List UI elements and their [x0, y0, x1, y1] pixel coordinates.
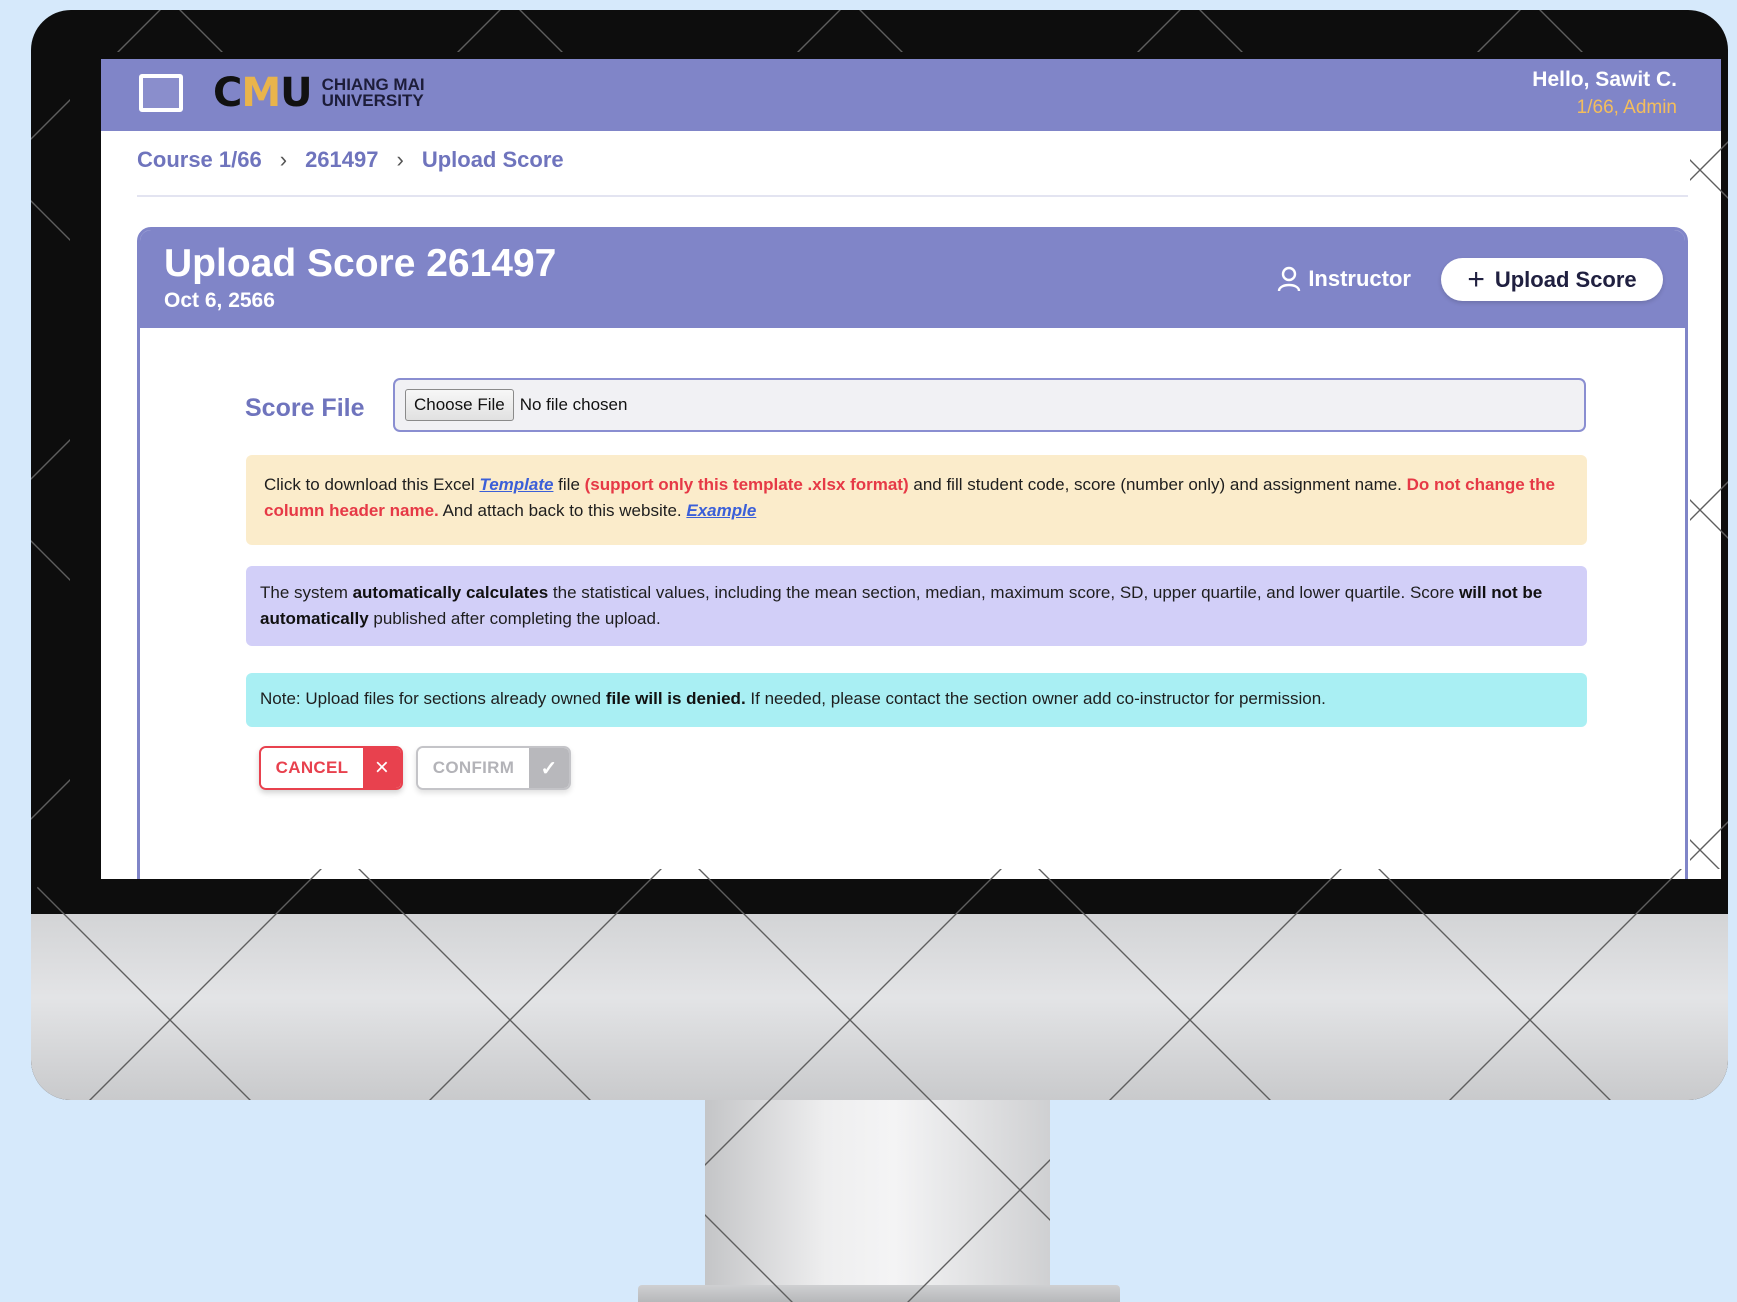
instructor-tag[interactable]: Instructor [1277, 266, 1411, 292]
breadcrumb: Course 1/66 › 261497 › Upload Score [137, 147, 1688, 197]
breadcrumb-current: Upload Score [421, 147, 564, 172]
user-icon [1278, 266, 1301, 292]
breadcrumb-separator: › [279, 147, 288, 172]
sidebar-toggle-icon[interactable] [139, 74, 183, 112]
monitor-frame: CMU CHIANG MAI UNIVERSITY Hello, Sawit C… [31, 10, 1728, 1100]
logo-line2: UNIVERSITY [321, 91, 424, 110]
user-role: 1/66, Admin [1576, 97, 1677, 118]
confirm-button[interactable]: CONFIRM ✓ [416, 746, 571, 790]
choose-file-button[interactable]: Choose File [405, 389, 514, 421]
example-link[interactable]: Example [686, 501, 756, 520]
file-status: No file chosen [519, 395, 628, 414]
check-icon: ✓ [529, 748, 569, 788]
app-screen: CMU CHIANG MAI UNIVERSITY Hello, Sawit C… [101, 59, 1721, 879]
upload-score-button[interactable]: + Upload Score [1441, 258, 1663, 301]
instructor-label: Instructor [1308, 266, 1411, 291]
page-title: Upload Score 261497 [164, 242, 557, 285]
confirm-label: CONFIRM [418, 748, 529, 788]
template-notice: Click to download this Excel Template fi… [246, 455, 1587, 545]
breadcrumb-separator: › [396, 147, 404, 172]
template-link[interactable]: Template [479, 475, 553, 494]
ownership-notice: Note: Upload files for sections already … [246, 673, 1587, 727]
cancel-button[interactable]: CANCEL × [259, 746, 403, 790]
breadcrumb-course[interactable]: Course 1/66 [137, 147, 262, 173]
monitor-stand-base [638, 1285, 1120, 1302]
user-menu[interactable]: Hello, Sawit C. 1/66, Admin [1532, 65, 1677, 121]
card-header: Upload Score 261497 Oct 6, 2566 Instruct… [140, 230, 1685, 328]
monitor-stand [705, 1100, 1050, 1295]
page-date: Oct 6, 2566 [164, 289, 275, 312]
statistics-notice: The system automatically calculates the … [246, 566, 1587, 646]
monitor-chin [31, 914, 1728, 1100]
form-actions: CANCEL × CONFIRM ✓ [259, 746, 571, 790]
cmu-logo: CMU CHIANG MAI UNIVERSITY [213, 70, 425, 116]
plus-icon: + [1467, 262, 1485, 296]
breadcrumb-course-code[interactable]: 261497 [305, 147, 378, 173]
format-warning: (support only this template .xlsx format… [584, 475, 909, 494]
cancel-label: CANCEL [261, 748, 363, 788]
upload-score-card: Upload Score 261497 Oct 6, 2566 Instruct… [137, 227, 1688, 879]
user-greeting: Hello, Sawit C. [1532, 68, 1677, 91]
top-navbar: CMU CHIANG MAI UNIVERSITY Hello, Sawit C… [101, 59, 1721, 131]
score-file-input[interactable]: Choose File No file chosen [393, 378, 1586, 432]
close-icon: × [363, 748, 401, 788]
upload-score-label: Upload Score [1494, 266, 1637, 292]
logo-text: CHIANG MAI UNIVERSITY [321, 76, 425, 110]
logo-mark: CMU [213, 70, 313, 116]
score-file-label: Score File [245, 394, 365, 422]
